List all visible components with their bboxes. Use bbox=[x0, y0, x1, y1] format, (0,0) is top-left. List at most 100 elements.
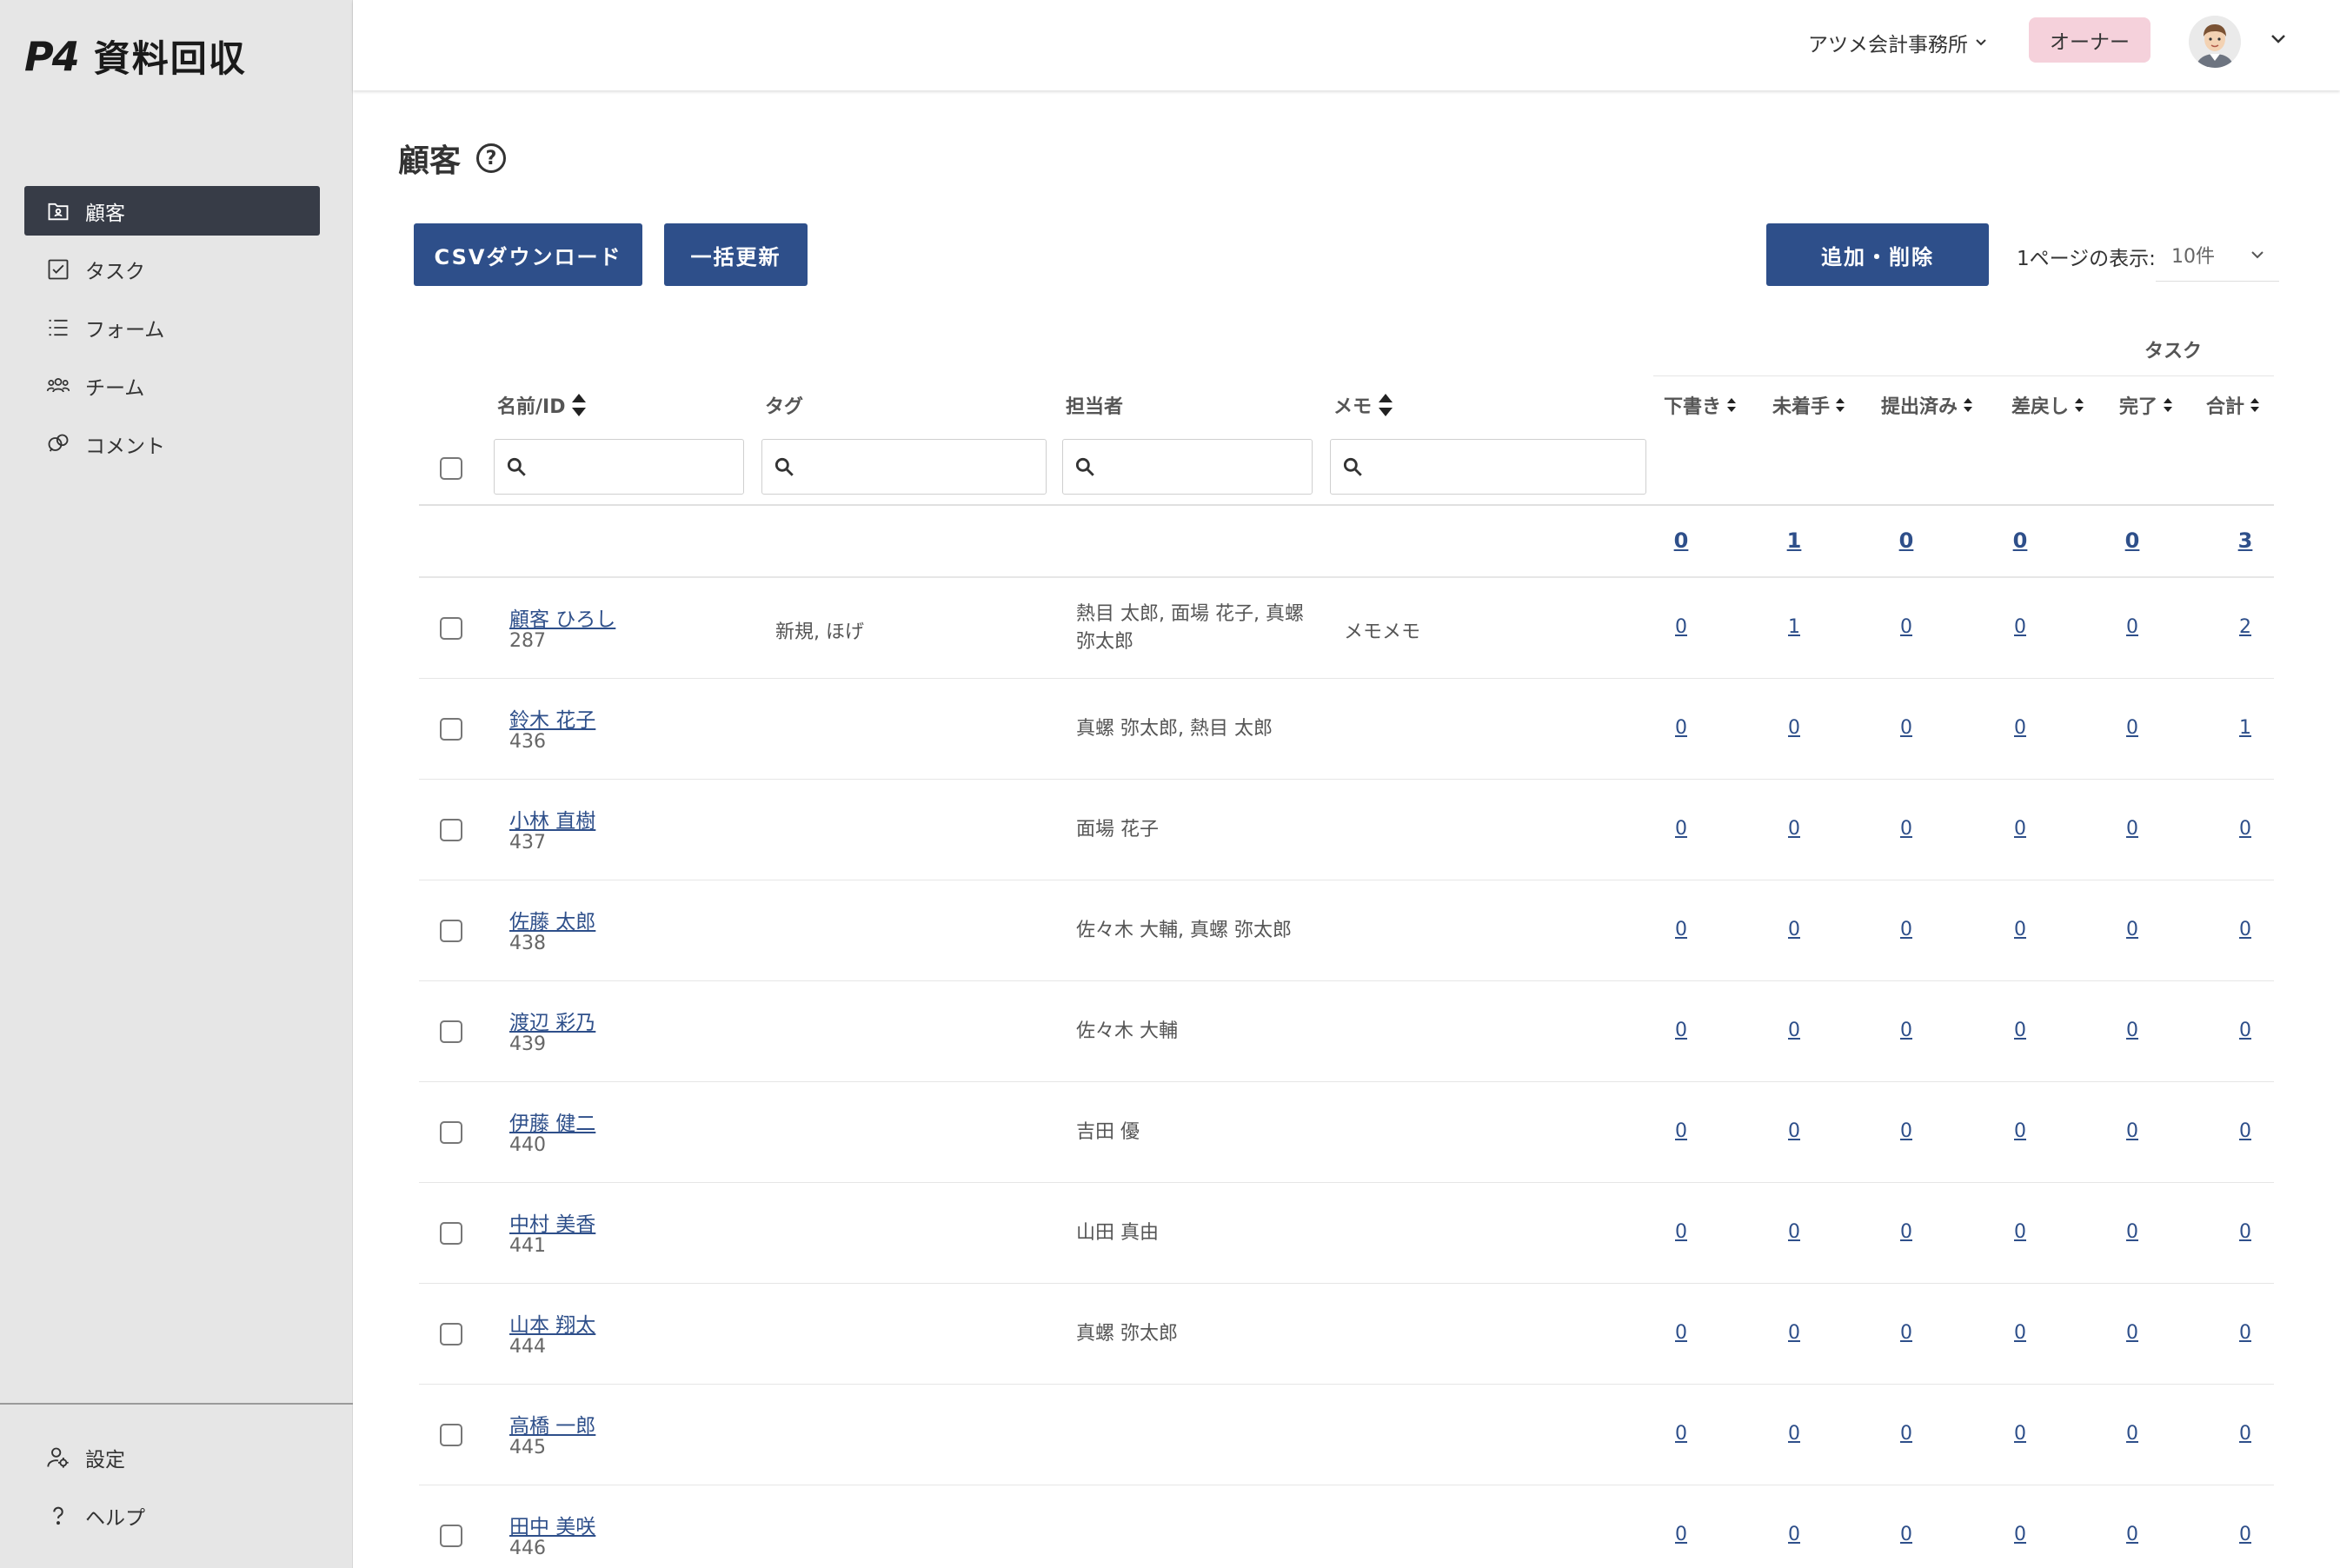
count-total[interactable]: 0 bbox=[2239, 1221, 2251, 1243]
sidebar-item-team[interactable]: チーム bbox=[24, 361, 320, 410]
count-not-started[interactable]: 0 bbox=[1788, 1423, 1800, 1445]
column-header-submitted[interactable]: 提出済み bbox=[1881, 391, 1973, 419]
sidebar-item-customers[interactable]: 顧客 bbox=[24, 186, 320, 236]
count-submitted[interactable]: 0 bbox=[1900, 1524, 1912, 1545]
row-checkbox[interactable] bbox=[440, 1121, 462, 1144]
customer-name-link[interactable]: 中村 美香 bbox=[509, 1207, 595, 1237]
count-draft[interactable]: 0 bbox=[1675, 616, 1687, 638]
count-returned[interactable]: 0 bbox=[2014, 1020, 2026, 1041]
count-submitted[interactable]: 0 bbox=[1900, 1423, 1912, 1445]
count-draft[interactable]: 0 bbox=[1675, 1221, 1687, 1243]
row-checkbox[interactable] bbox=[440, 1424, 462, 1446]
count-draft[interactable]: 0 bbox=[1675, 919, 1687, 940]
count-not-started[interactable]: 0 bbox=[1788, 1221, 1800, 1243]
row-checkbox[interactable] bbox=[440, 718, 462, 741]
count-draft[interactable]: 0 bbox=[1675, 1322, 1687, 1344]
count-returned[interactable]: 0 bbox=[2014, 616, 2026, 638]
column-header-draft[interactable]: 下書き bbox=[1664, 391, 1737, 419]
customer-name-link[interactable]: 顧客 ひろし bbox=[509, 602, 615, 632]
count-done[interactable]: 0 bbox=[2126, 919, 2138, 940]
count-submitted[interactable]: 0 bbox=[1900, 717, 1912, 739]
assignee-search-input[interactable] bbox=[1062, 439, 1313, 495]
row-checkbox[interactable] bbox=[440, 1222, 462, 1245]
sidebar-item-settings[interactable]: 設定 bbox=[24, 1432, 320, 1482]
row-checkbox[interactable] bbox=[440, 1020, 462, 1043]
column-header-total[interactable]: 合計 bbox=[2206, 391, 2260, 419]
count-done[interactable]: 0 bbox=[2126, 818, 2138, 840]
count-done[interactable]: 0 bbox=[2126, 717, 2138, 739]
column-header-memo[interactable]: メモ bbox=[1333, 391, 1394, 419]
count-done[interactable]: 0 bbox=[2126, 1524, 2138, 1545]
count-done[interactable]: 0 bbox=[2126, 1423, 2138, 1445]
memo-search-input[interactable] bbox=[1330, 439, 1646, 495]
customer-name-link[interactable]: 渡辺 彩乃 bbox=[509, 1006, 595, 1035]
row-checkbox[interactable] bbox=[440, 819, 462, 841]
column-header-name[interactable]: 名前/ID bbox=[497, 391, 588, 419]
count-total[interactable]: 0 bbox=[2239, 1120, 2251, 1142]
count-draft[interactable]: 0 bbox=[1675, 1423, 1687, 1445]
app-logo[interactable]: P4 資料回収 bbox=[24, 30, 247, 83]
count-draft[interactable]: 0 bbox=[1675, 1524, 1687, 1545]
count-returned[interactable]: 0 bbox=[2014, 1524, 2026, 1545]
count-draft[interactable]: 0 bbox=[1675, 1120, 1687, 1142]
count-submitted[interactable]: 0 bbox=[1900, 919, 1912, 940]
row-checkbox[interactable] bbox=[440, 617, 462, 640]
count-total[interactable]: 1 bbox=[2239, 717, 2251, 739]
count-submitted[interactable]: 0 bbox=[1900, 616, 1912, 638]
tag-search-input[interactable] bbox=[761, 439, 1047, 495]
office-switcher[interactable]: アツメ会計事務所 bbox=[1808, 28, 1987, 57]
count-done[interactable]: 0 bbox=[2126, 1322, 2138, 1344]
row-checkbox[interactable] bbox=[440, 920, 462, 942]
count-draft[interactable]: 0 bbox=[1675, 1020, 1687, 1041]
count-returned[interactable]: 0 bbox=[2014, 717, 2026, 739]
count-submitted[interactable]: 0 bbox=[1900, 818, 1912, 840]
count-done[interactable]: 0 bbox=[2126, 1120, 2138, 1142]
count-returned[interactable]: 0 bbox=[2014, 919, 2026, 940]
total-sum[interactable]: 3 bbox=[2238, 528, 2253, 553]
count-not-started[interactable]: 0 bbox=[1788, 1020, 1800, 1041]
csv-download-button[interactable]: CSVダウンロード bbox=[414, 223, 642, 286]
total-draft[interactable]: 0 bbox=[1674, 528, 1689, 553]
count-submitted[interactable]: 0 bbox=[1900, 1120, 1912, 1142]
avatar[interactable] bbox=[2189, 16, 2241, 68]
sidebar-item-tasks[interactable]: タスク bbox=[24, 244, 320, 294]
sidebar-item-forms[interactable]: フォーム bbox=[24, 302, 320, 352]
count-total[interactable]: 0 bbox=[2239, 818, 2251, 840]
count-done[interactable]: 0 bbox=[2126, 1020, 2138, 1041]
row-checkbox[interactable] bbox=[440, 1525, 462, 1547]
total-not-started[interactable]: 1 bbox=[1787, 528, 1802, 553]
customer-name-link[interactable]: 田中 美咲 bbox=[509, 1510, 595, 1539]
count-total[interactable]: 0 bbox=[2239, 1322, 2251, 1344]
column-header-returned[interactable]: 差戻し bbox=[2011, 391, 2084, 419]
count-total[interactable]: 0 bbox=[2239, 1524, 2251, 1545]
name-search-input[interactable] bbox=[494, 439, 744, 495]
count-draft[interactable]: 0 bbox=[1675, 717, 1687, 739]
count-returned[interactable]: 0 bbox=[2014, 1120, 2026, 1142]
column-header-not-started[interactable]: 未着手 bbox=[1772, 391, 1845, 419]
per-page-select[interactable]: 10件 bbox=[2156, 228, 2279, 282]
sidebar-item-help[interactable]: ヘルプ bbox=[24, 1491, 320, 1540]
customer-name-link[interactable]: 伊藤 健二 bbox=[509, 1106, 595, 1136]
count-not-started[interactable]: 0 bbox=[1788, 919, 1800, 940]
customer-name-link[interactable]: 小林 直樹 bbox=[509, 804, 595, 834]
count-not-started[interactable]: 0 bbox=[1788, 1524, 1800, 1545]
count-total[interactable]: 0 bbox=[2239, 919, 2251, 940]
total-done[interactable]: 0 bbox=[2125, 528, 2140, 553]
count-returned[interactable]: 0 bbox=[2014, 818, 2026, 840]
count-total[interactable]: 0 bbox=[2239, 1020, 2251, 1041]
customer-name-link[interactable]: 鈴木 花子 bbox=[509, 703, 595, 733]
count-returned[interactable]: 0 bbox=[2014, 1322, 2026, 1344]
count-done[interactable]: 0 bbox=[2126, 1221, 2138, 1243]
total-submitted[interactable]: 0 bbox=[1899, 528, 1914, 553]
count-total[interactable]: 0 bbox=[2239, 1423, 2251, 1445]
count-returned[interactable]: 0 bbox=[2014, 1221, 2026, 1243]
customer-name-link[interactable]: 佐藤 太郎 bbox=[509, 905, 595, 934]
count-submitted[interactable]: 0 bbox=[1900, 1221, 1912, 1243]
sidebar-item-comments[interactable]: コメント bbox=[24, 419, 320, 468]
count-returned[interactable]: 0 bbox=[2014, 1423, 2026, 1445]
user-menu-chevron-icon[interactable] bbox=[2265, 26, 2291, 52]
add-remove-button[interactable]: 追加・削除 bbox=[1766, 223, 1989, 286]
count-not-started[interactable]: 0 bbox=[1788, 717, 1800, 739]
count-submitted[interactable]: 0 bbox=[1900, 1322, 1912, 1344]
count-not-started[interactable]: 1 bbox=[1788, 616, 1800, 638]
